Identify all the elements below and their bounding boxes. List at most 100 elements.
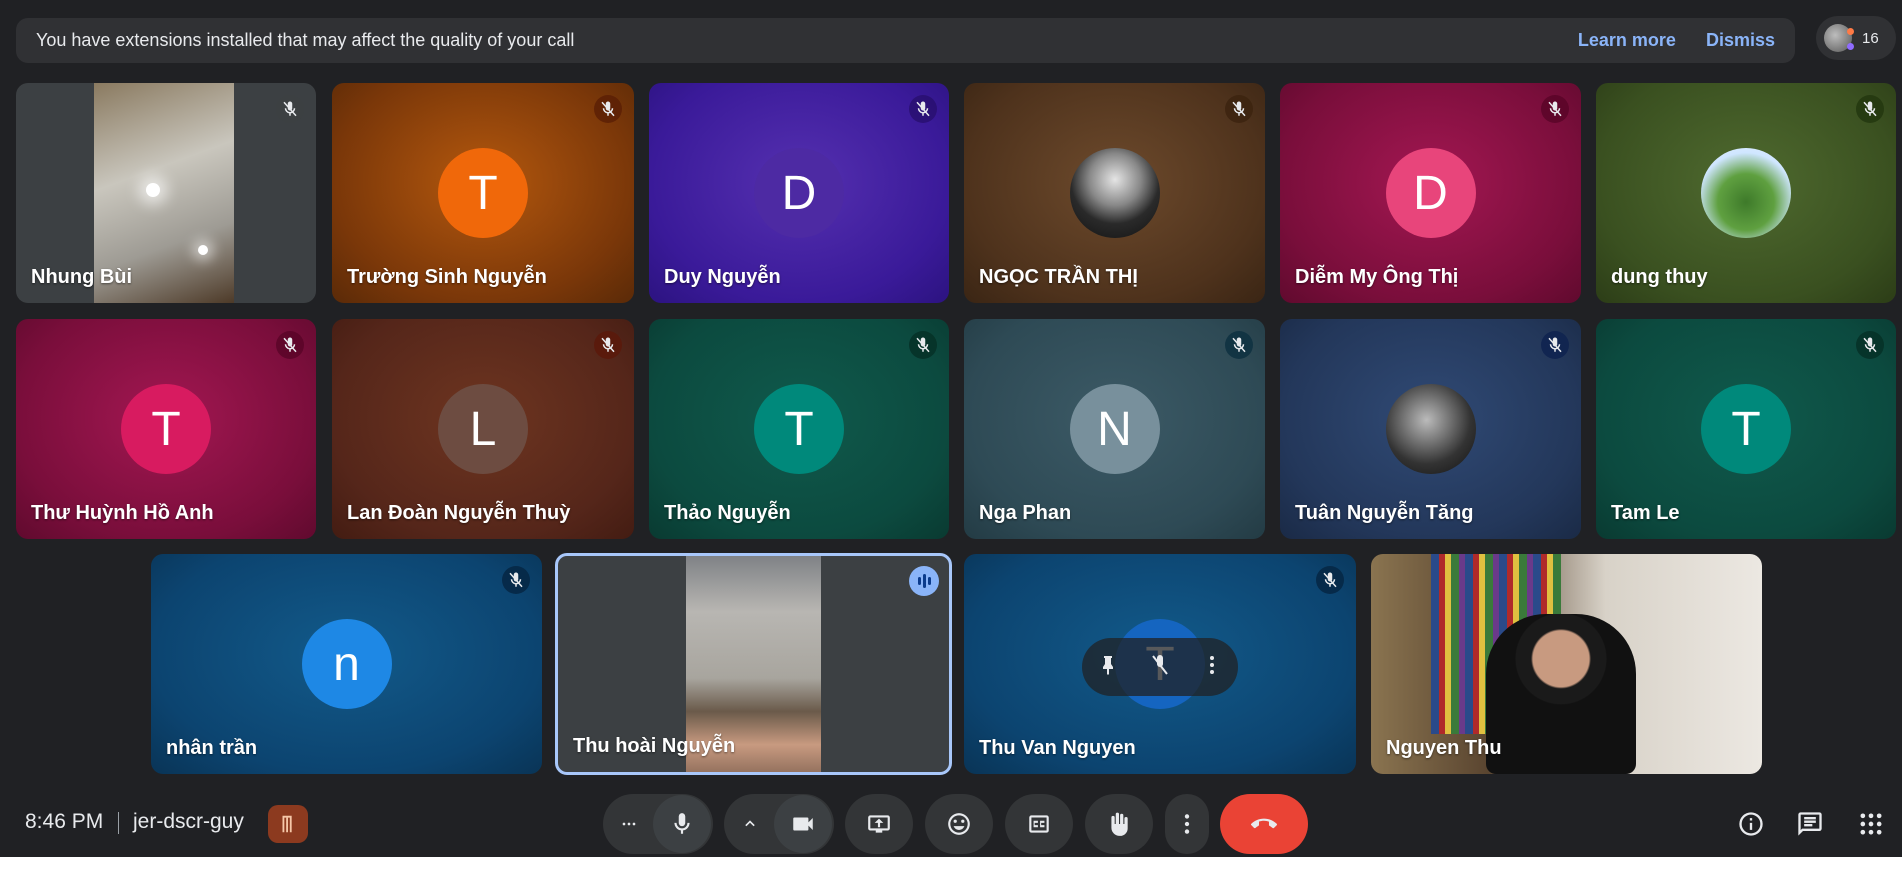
banner-message: You have extensions installed that may a… [36,30,575,50]
participant-tile[interactable]: N Nga Phan [964,319,1265,539]
video-control-group [724,794,834,854]
mic-off-icon [1856,95,1884,123]
participant-name: Thu hoài Nguyễn [573,735,736,757]
captions-button[interactable] [1005,794,1073,854]
pin-icon[interactable] [1096,653,1120,682]
participant-name: Diễm My Ông Thị [1295,266,1459,288]
participant-name: Duy Nguyễn [664,266,781,288]
camera-icon [793,817,813,831]
participant-avatar: T [438,148,528,238]
reactions-button[interactable] [925,794,993,854]
mic-off-icon [502,566,530,594]
present-screen-icon [868,815,890,833]
speaking-indicator-icon [909,566,939,596]
participant-tile[interactable]: Tuân Nguyễn Tăng [1280,319,1581,539]
participant-avatar [1701,148,1791,238]
participant-avatar: D [1385,148,1476,238]
dismiss-button[interactable]: Dismiss [1706,30,1775,51]
extensions-warning-banner: You have extensions installed that may a… [16,18,1795,63]
participant-tile[interactable]: T Thảo Nguyễn [649,319,949,539]
mic-off-icon [1316,566,1344,594]
participant-name: Trường Sinh Nguyễn [347,266,547,288]
participant-avatar [1385,384,1476,474]
chat-button[interactable] [1794,808,1826,840]
present-screen-button[interactable] [845,794,913,854]
ceiling-light [198,245,208,255]
meeting-details-button[interactable] [1735,808,1767,840]
participant-tile[interactable]: n nhân trần [151,554,542,774]
learn-more-link[interactable]: Learn more [1578,30,1676,51]
mic-off-icon [1225,95,1253,123]
more-options-icon[interactable] [1200,653,1224,682]
door-icon [282,815,292,833]
participant-avatar: L [438,384,528,474]
participant-name: Tuân Nguyễn Tăng [1295,502,1474,524]
bottom-control-bar: 8:46 PM jer-dscr-guy [0,790,1902,857]
divider [118,812,119,834]
participant-avatar [1069,148,1160,238]
hang-up-icon [1251,818,1277,829]
participant-avatar: T [121,384,211,474]
activities-button[interactable] [1855,808,1887,840]
leave-call-button[interactable] [1220,794,1308,854]
host-controls-button[interactable] [268,805,308,843]
emoji-icon [948,813,970,835]
camera-button[interactable] [774,795,832,853]
meeting-code: jer-dscr-guy [133,810,244,833]
apps-grid-icon [1860,813,1882,835]
tile-hover-controls [1082,638,1238,696]
mic-off-icon [594,331,622,359]
mic-off-icon [909,331,937,359]
participant-tile[interactable]: T Trường Sinh Nguyễn [332,83,634,303]
mic-off-icon [1541,331,1569,359]
info-icon [1739,812,1763,836]
participant-tile[interactable]: T Tam Le [1596,319,1896,539]
participant-name: Thảo Nguyễn [664,502,791,524]
participant-tile[interactable]: dung thuy [1596,83,1896,303]
chevron-up-icon[interactable] [726,814,774,834]
participant-avatar: N [1069,384,1160,474]
participant-tile[interactable]: D Duy Nguyễn [649,83,949,303]
more-options-button[interactable] [1165,794,1209,854]
microphone-button[interactable] [653,795,711,853]
mic-off-icon [594,95,622,123]
participant-name: Tam Le [1611,502,1680,524]
mic-off-icon [1225,331,1253,359]
chat-icon [1798,812,1822,836]
microphone-icon [674,813,690,834]
participant-name: Nhung Bùi [31,266,133,288]
participant-avatar: T [754,384,844,474]
participant-tile[interactable]: T Thu Van Nguyen [964,554,1356,774]
participant-tile[interactable]: Nhung Bùi [16,83,316,303]
captions-icon [1029,815,1049,833]
audio-options-icon[interactable] [605,814,653,834]
participant-tile[interactable]: L Lan Đoàn Nguyễn Thuỳ [332,319,634,539]
ceiling-light [146,183,160,197]
person-silhouette [1486,614,1636,774]
more-vert-icon [1184,814,1190,834]
participant-name: nhân trần [166,737,258,759]
meet-app: You have extensions installed that may a… [0,0,1902,857]
raise-hand-button[interactable] [1085,794,1153,854]
current-time: 8:46 PM [25,810,104,833]
participants-button[interactable]: 16 [1816,16,1896,60]
participant-tile[interactable]: NGỌC TRẦN THỊ [964,83,1265,303]
participant-tile[interactable]: Nguyen Thu [1371,554,1762,774]
mic-off-icon [1856,331,1884,359]
participant-tile-speaking[interactable]: Thu hoài Nguyễn [555,553,952,775]
participant-name: Thu Van Nguyen [979,737,1136,759]
participant-name: Nguyen Thu [1386,737,1502,759]
mic-off-icon [276,331,304,359]
participant-name: Nga Phan [979,502,1072,524]
audio-control-group [603,794,713,854]
mic-off-icon [1541,95,1569,123]
participant-tile[interactable]: T Thư Huỳnh Hồ Anh [16,319,316,539]
participant-name: Lan Đoàn Nguyễn Thuỳ [347,502,571,524]
mute-participant-icon[interactable] [1148,653,1172,682]
participant-tile[interactable]: D Diễm My Ông Thị [1280,83,1581,303]
participant-count: 16 [1862,29,1879,47]
people-icon [1824,24,1854,52]
mic-off-icon [276,95,304,123]
mic-off-icon [909,95,937,123]
hand-icon [1111,812,1128,836]
